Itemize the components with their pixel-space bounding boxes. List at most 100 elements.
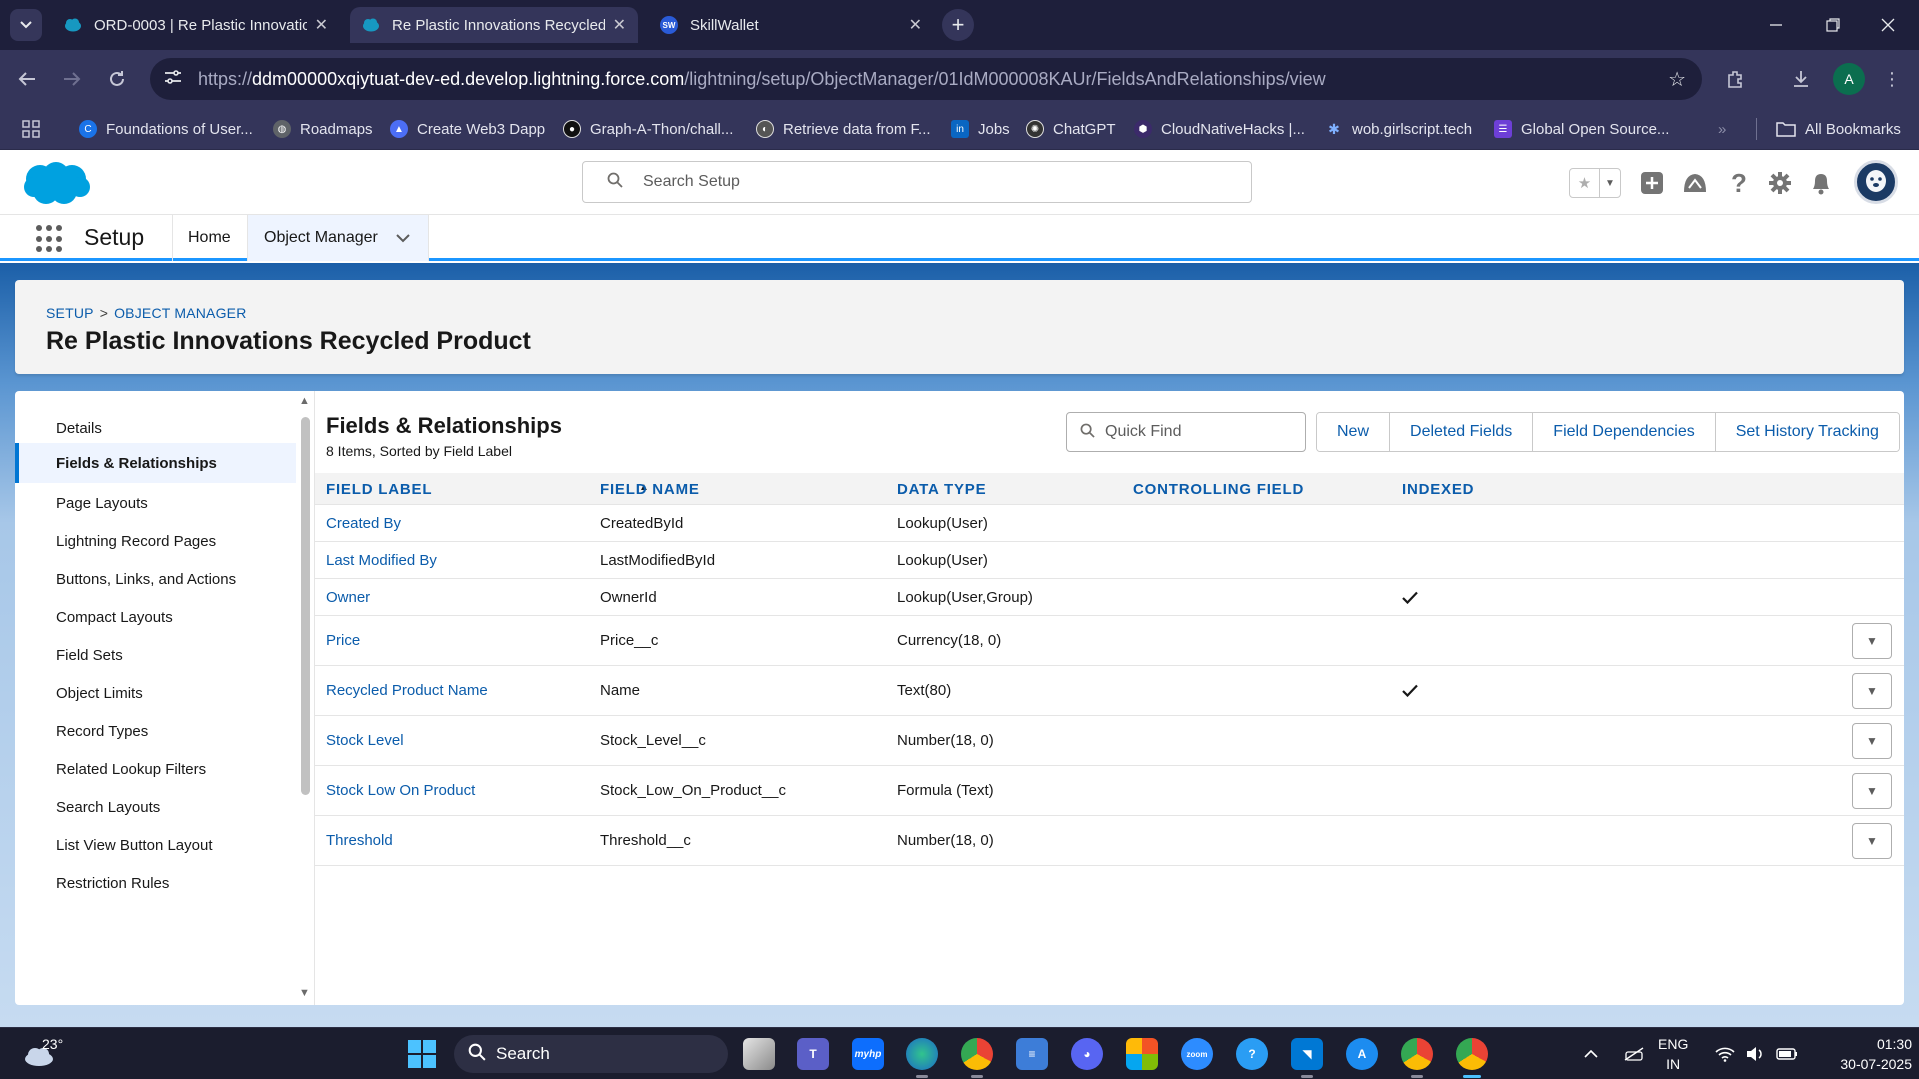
copilot-icon[interactable]: ? bbox=[1236, 1038, 1268, 1070]
field-label-link[interactable]: Threshold bbox=[326, 816, 393, 865]
column-header-data-type[interactable]: DATA TYPE bbox=[897, 473, 986, 505]
wifi-icon[interactable] bbox=[1715, 1028, 1735, 1079]
zoom-icon[interactable]: zoom bbox=[1181, 1038, 1213, 1070]
app-store-icon[interactable]: A bbox=[1346, 1038, 1378, 1070]
teams-icon[interactable]: T bbox=[797, 1038, 829, 1070]
bookmark-item[interactable]: ☰ Global Open Source... bbox=[1494, 108, 1669, 150]
microsoft-store-icon[interactable] bbox=[1126, 1038, 1158, 1070]
column-header-field-label[interactable]: FIELD LABEL bbox=[326, 473, 432, 505]
help-button[interactable]: ? bbox=[1724, 168, 1754, 198]
bookmark-item[interactable]: ✱ wob.girlscript.tech bbox=[1325, 108, 1472, 150]
chevron-down-icon[interactable] bbox=[396, 233, 410, 243]
bookmark-item[interactable]: ◍ Roadmaps bbox=[273, 108, 373, 150]
scrollbar-thumb[interactable] bbox=[301, 417, 310, 795]
row-actions-dropdown[interactable]: ▼ bbox=[1852, 723, 1892, 759]
sidebar-item-fields-relationships[interactable]: Fields & Relationships bbox=[15, 443, 296, 483]
scroll-up-icon[interactable]: ▲ bbox=[299, 395, 310, 407]
myhp-icon[interactable]: myhp bbox=[852, 1038, 884, 1070]
close-tab-icon[interactable]: ✕ bbox=[315, 15, 328, 35]
breadcrumb-object-manager-link[interactable]: OBJECT MANAGER bbox=[114, 305, 246, 321]
trailhead-guidance-button[interactable] bbox=[1680, 168, 1710, 198]
field-dependencies-button[interactable]: Field Dependencies bbox=[1533, 413, 1716, 451]
vscode-icon[interactable]: ◥ bbox=[1291, 1038, 1323, 1078]
field-label-link[interactable]: Owner bbox=[326, 579, 370, 615]
user-avatar[interactable] bbox=[1854, 160, 1898, 204]
favorites-button[interactable]: ★ ▼ bbox=[1569, 168, 1621, 198]
global-search-box[interactable] bbox=[582, 161, 1252, 203]
app-launcher-icon[interactable] bbox=[36, 225, 64, 253]
setup-gear-button[interactable] bbox=[1765, 168, 1795, 198]
row-actions-dropdown[interactable]: ▼ bbox=[1852, 773, 1892, 809]
nav-tab-object-manager[interactable]: Object Manager bbox=[247, 215, 429, 261]
field-label-link[interactable]: Last Modified By bbox=[326, 542, 437, 578]
show-hidden-icons-chevron[interactable] bbox=[1584, 1028, 1598, 1079]
bookmark-item[interactable]: ● Graph-A-Thon/chall... bbox=[563, 108, 733, 150]
quick-find-box[interactable] bbox=[1066, 412, 1306, 452]
notifications-button[interactable] bbox=[1806, 168, 1836, 198]
field-label-link[interactable]: Price bbox=[326, 616, 360, 665]
field-label-link[interactable]: Created By bbox=[326, 505, 401, 541]
discord-icon[interactable]: ◕ bbox=[1071, 1038, 1103, 1070]
task-view-icon[interactable] bbox=[743, 1038, 775, 1070]
site-settings-icon[interactable] bbox=[164, 69, 188, 90]
tab-search-button[interactable] bbox=[10, 9, 42, 41]
row-actions-dropdown[interactable]: ▼ bbox=[1852, 823, 1892, 859]
restore-button[interactable] bbox=[1813, 10, 1853, 40]
back-button[interactable] bbox=[12, 64, 42, 94]
browser-tab-skillwallet[interactable]: SW SkillWallet ✕ bbox=[648, 7, 934, 43]
sidebar-scrollbar[interactable]: ▲ ▼ bbox=[298, 395, 312, 999]
taskbar-search[interactable]: Search bbox=[454, 1035, 728, 1073]
new-tab-button[interactable]: + bbox=[942, 9, 974, 41]
global-actions-button[interactable] bbox=[1637, 168, 1667, 198]
favorite-star-icon[interactable]: ★ bbox=[1570, 169, 1600, 197]
chrome-profile-icon[interactable] bbox=[1456, 1038, 1488, 1078]
system-clock[interactable]: 01:30 30-07-2025 bbox=[1812, 1034, 1912, 1074]
bookmark-item[interactable]: ◐ Retrieve data from F... bbox=[756, 108, 931, 150]
new-field-button[interactable]: New bbox=[1317, 413, 1391, 451]
deleted-fields-button[interactable]: Deleted Fields bbox=[1390, 413, 1534, 451]
downloads-icon[interactable] bbox=[1785, 63, 1817, 95]
bookmark-item[interactable]: C Foundations of User... bbox=[79, 108, 253, 150]
favorites-dropdown-icon[interactable]: ▼ bbox=[1600, 169, 1620, 197]
bookmark-item[interactable]: ✺ ChatGPT bbox=[1026, 108, 1116, 150]
column-header-indexed[interactable]: INDEXED bbox=[1402, 473, 1474, 505]
address-bar[interactable]: https://ddm00000xqiytuat-dev-ed.develop.… bbox=[150, 58, 1702, 100]
column-header-controlling-field[interactable]: CONTROLLING FIELD bbox=[1133, 473, 1304, 505]
reload-button[interactable] bbox=[102, 64, 132, 94]
minimize-button[interactable] bbox=[1756, 10, 1796, 40]
kebab-menu-icon[interactable]: ⋮ bbox=[1876, 63, 1908, 95]
profile-avatar[interactable]: A bbox=[1833, 63, 1865, 95]
browser-tab-active[interactable]: Re Plastic Innovations Recycled ✕ bbox=[350, 7, 638, 43]
close-tab-icon[interactable]: ✕ bbox=[909, 15, 922, 35]
row-actions-dropdown[interactable]: ▼ bbox=[1852, 673, 1892, 709]
bookmark-item[interactable]: ⬢ CloudNativeHacks |... bbox=[1134, 108, 1305, 150]
nav-tab-home[interactable]: Home bbox=[172, 215, 247, 261]
edge-icon[interactable] bbox=[906, 1038, 938, 1078]
field-label-link[interactable]: Stock Level bbox=[326, 716, 404, 765]
set-history-tracking-button[interactable]: Set History Tracking bbox=[1715, 413, 1899, 451]
bookmark-star-icon[interactable]: ☆ bbox=[1668, 67, 1686, 92]
more-bookmarks-icon[interactable]: » bbox=[1718, 108, 1726, 150]
language-indicator[interactable]: ENG IN bbox=[1658, 1034, 1688, 1074]
salesforce-logo[interactable] bbox=[20, 159, 92, 207]
apps-grid-icon[interactable] bbox=[22, 108, 40, 150]
field-label-link[interactable]: Recycled Product Name bbox=[326, 666, 488, 715]
setup-search-input[interactable] bbox=[643, 173, 1203, 191]
all-bookmarks-button[interactable]: All Bookmarks bbox=[1776, 108, 1901, 150]
close-window-button[interactable] bbox=[1868, 10, 1908, 40]
bookmark-item[interactable]: ▲ Create Web3 Dapp bbox=[390, 108, 545, 150]
quick-find-input[interactable] bbox=[1105, 423, 1295, 441]
close-tab-icon[interactable]: ✕ bbox=[613, 15, 626, 35]
volume-icon[interactable] bbox=[1746, 1028, 1764, 1079]
notepad-icon[interactable]: ≡ bbox=[1016, 1038, 1048, 1070]
column-header-field-name[interactable]: FIELD NAME bbox=[600, 473, 700, 505]
row-actions-dropdown[interactable]: ▼ bbox=[1852, 623, 1892, 659]
forward-button[interactable] bbox=[57, 64, 87, 94]
sidebar-item-restriction-rules[interactable]: Restriction Rules bbox=[15, 861, 296, 905]
scroll-down-icon[interactable]: ▼ bbox=[299, 987, 310, 999]
field-label-link[interactable]: Stock Low On Product bbox=[326, 766, 475, 815]
bookmark-item[interactable]: in Jobs bbox=[951, 108, 1010, 150]
chrome-icon[interactable] bbox=[961, 1038, 993, 1078]
battery-icon[interactable] bbox=[1776, 1028, 1798, 1079]
network-off-icon[interactable] bbox=[1623, 1028, 1645, 1079]
